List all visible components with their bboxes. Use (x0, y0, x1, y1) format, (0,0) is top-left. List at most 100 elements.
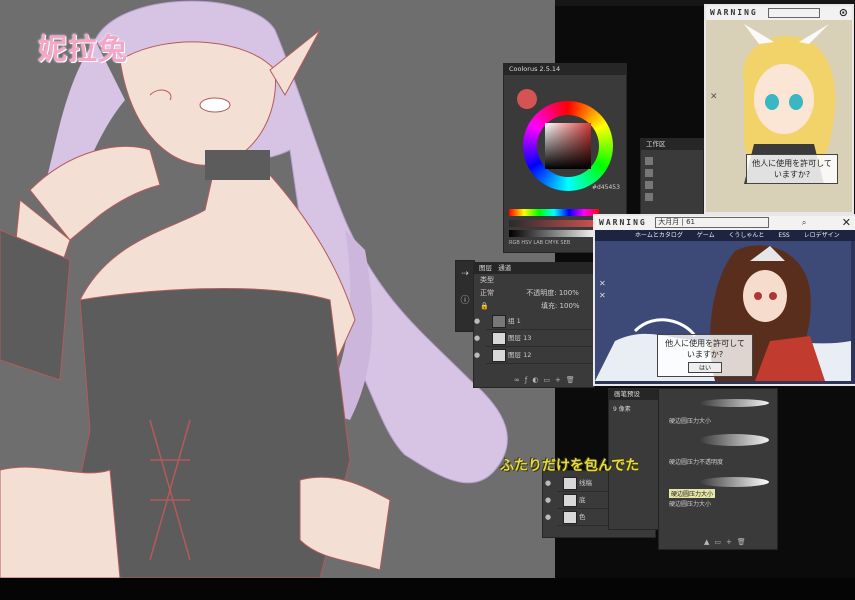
dialog-message: 他人に使用を許可していますか? (665, 339, 745, 359)
brush-stroke-preview[interactable] (699, 434, 769, 446)
tab-hsv[interactable]: HSV (521, 240, 531, 246)
tool-row[interactable] (645, 193, 695, 205)
brightness-slider[interactable] (509, 230, 599, 237)
trash-icon[interactable]: 🗑 (737, 538, 751, 546)
current-color-swatch[interactable] (517, 89, 537, 109)
link-icon[interactable]: ∞ (514, 376, 525, 384)
side-close-marks: ✕ ✕ (599, 279, 606, 300)
tab-channels[interactable]: 通道 (498, 264, 511, 272)
tool-row[interactable] (645, 181, 695, 193)
eye-icon[interactable]: ● (545, 492, 551, 508)
menu-item[interactable]: ESS (778, 232, 789, 239)
add-icon[interactable]: + (726, 538, 737, 546)
tab-layers[interactable]: 图层 (479, 264, 492, 272)
layer-name: 线稿 (579, 479, 592, 487)
new-preset-icon[interactable]: ▲ (704, 538, 714, 546)
layer-thumbnail (563, 494, 577, 507)
smudge-icon (645, 193, 653, 201)
layer-name: 图层 12 (508, 351, 532, 359)
warning-main-menu: ホームとカタログ ゲーム くうしゃんと ESS レロデザイン (595, 230, 855, 241)
brush-size[interactable]: 9 像素 (609, 400, 661, 417)
tab-rgb[interactable]: RGB (509, 240, 520, 246)
eye-icon[interactable]: ● (474, 347, 480, 363)
brush-stroke-preview[interactable] (699, 399, 769, 407)
layer-thumbnail (492, 349, 506, 362)
close-icon[interactable]: ⊙ (839, 6, 848, 20)
trash-icon[interactable]: 🗑 (566, 376, 580, 384)
logo-watermark: 妮拉兔 (38, 32, 129, 66)
blend-mode-select[interactable]: 正常 (480, 289, 494, 297)
color-model-tabs: RGB HSV LAB CMYK SEB (509, 240, 570, 246)
warning-main-titlebar: WARNING 大月月 | 61 ⌕ ✕ (595, 216, 855, 230)
layer-name: 组 1 (508, 317, 521, 325)
opacity-value[interactable]: 100% (559, 289, 579, 297)
layer-row[interactable]: ● 图层 12 (474, 347, 594, 364)
layer-row[interactable]: ● 组 1 (474, 313, 594, 330)
layer-thumbnail (563, 477, 577, 490)
brush-actions: ▲▭+🗑 (704, 538, 751, 546)
tool-row[interactable] (645, 169, 695, 181)
tab-lab[interactable]: LAB (533, 240, 543, 246)
warning-window-top: WARNING ⊙ 他人に使用を許可していますか? ✕ (704, 4, 854, 214)
history-icon[interactable]: ⇢ (456, 269, 474, 279)
layers-list: ● 组 1 ● 图层 13 ● 图层 12 (474, 313, 594, 364)
layer-thumbnail (492, 332, 506, 345)
brush-preset-label[interactable]: 硬边圆压力不透明度 (669, 457, 723, 466)
layers-panel-tabs: 图层 通道 (474, 263, 594, 274)
layer-name: 底 (579, 496, 586, 504)
layer-filter-row[interactable]: 类型 (474, 274, 594, 287)
layer-row[interactable]: ● 图层 13 (474, 330, 594, 347)
brush-preset-label[interactable]: 硬边圆压力大小 (669, 499, 711, 508)
hue-wheel[interactable] (523, 101, 613, 191)
layer-name: 色 (579, 513, 586, 521)
brush-preset-label-selected[interactable]: 硬边圆压力大小 (669, 489, 716, 498)
brush-presets-panel: 硬边圆压力大小 硬边圆压力不透明度 硬边圆压力大小 硬边圆压力大小 ▲▭+🗑 (658, 388, 778, 550)
folder-icon[interactable]: ▭ (714, 538, 726, 546)
menu-item[interactable]: ゲーム (697, 232, 715, 239)
new-folder-icon[interactable]: ▭ (543, 376, 555, 384)
eraser-icon (645, 181, 653, 189)
tool-strip: ⇢ ⓘ (455, 260, 475, 332)
eye-icon[interactable]: ● (474, 313, 480, 329)
fill-value[interactable]: 100% (560, 302, 580, 310)
menu-item[interactable]: くうしゃんと (729, 232, 765, 239)
saturation-slider[interactable] (509, 220, 599, 227)
brush-preset-label[interactable]: 硬边圆压力大小 (669, 416, 711, 425)
fill-row: 🔒 填充: 100% (474, 300, 594, 313)
tab-cmyk[interactable]: CMYK (545, 240, 559, 246)
mask-icon[interactable]: ◐ (532, 376, 543, 384)
saturation-square[interactable] (545, 123, 591, 169)
color-panel-title: Coolorus 2.5.14 (504, 64, 626, 75)
workspace-panel: 工作区 (640, 138, 704, 226)
menu-item[interactable]: レロデザイン (804, 232, 840, 239)
kind-filter[interactable]: 类型 (480, 276, 494, 284)
warning-top-dialog: 他人に使用を許可していますか? (746, 154, 838, 184)
eye-icon[interactable]: ● (545, 475, 551, 491)
brush-stroke-preview[interactable] (699, 477, 769, 487)
new-layer-icon[interactable]: + (555, 376, 566, 384)
warning-main-dialog: 他人に使用を許可していますか? はい (657, 334, 753, 377)
hue-slider[interactable] (509, 209, 599, 216)
warning-top-title: WARNING (710, 8, 758, 17)
eye-icon[interactable]: ● (474, 330, 480, 346)
info-icon[interactable]: ⓘ (456, 293, 474, 306)
blend-opacity-row: 正常 不透明度: 100% (474, 287, 594, 300)
layer-thumbnail (563, 511, 577, 524)
search-icon[interactable]: ⌕ (802, 218, 806, 227)
close-icon[interactable]: ✕ (842, 216, 851, 230)
status-bar (0, 578, 855, 600)
close-mark-icon: ✕ (710, 92, 718, 102)
ok-button[interactable]: はい (687, 362, 722, 373)
tab-seb[interactable]: SEB (560, 240, 570, 246)
hex-value: #d45453 (592, 184, 620, 191)
fill-label: 填充: (540, 302, 558, 310)
lock-icon[interactable]: 🔒 (480, 302, 489, 310)
eye-icon[interactable]: ● (545, 509, 551, 525)
menu-item[interactable]: ホームとカタログ (635, 232, 683, 239)
warning-top-field[interactable] (768, 7, 821, 18)
address-field[interactable]: 大月月 | 61 (655, 217, 770, 228)
pencil-icon (645, 169, 653, 177)
brush-settings-title: 画笔预设 (609, 389, 661, 400)
tool-row[interactable] (645, 157, 695, 169)
opacity-label: 不透明度: (526, 289, 557, 297)
